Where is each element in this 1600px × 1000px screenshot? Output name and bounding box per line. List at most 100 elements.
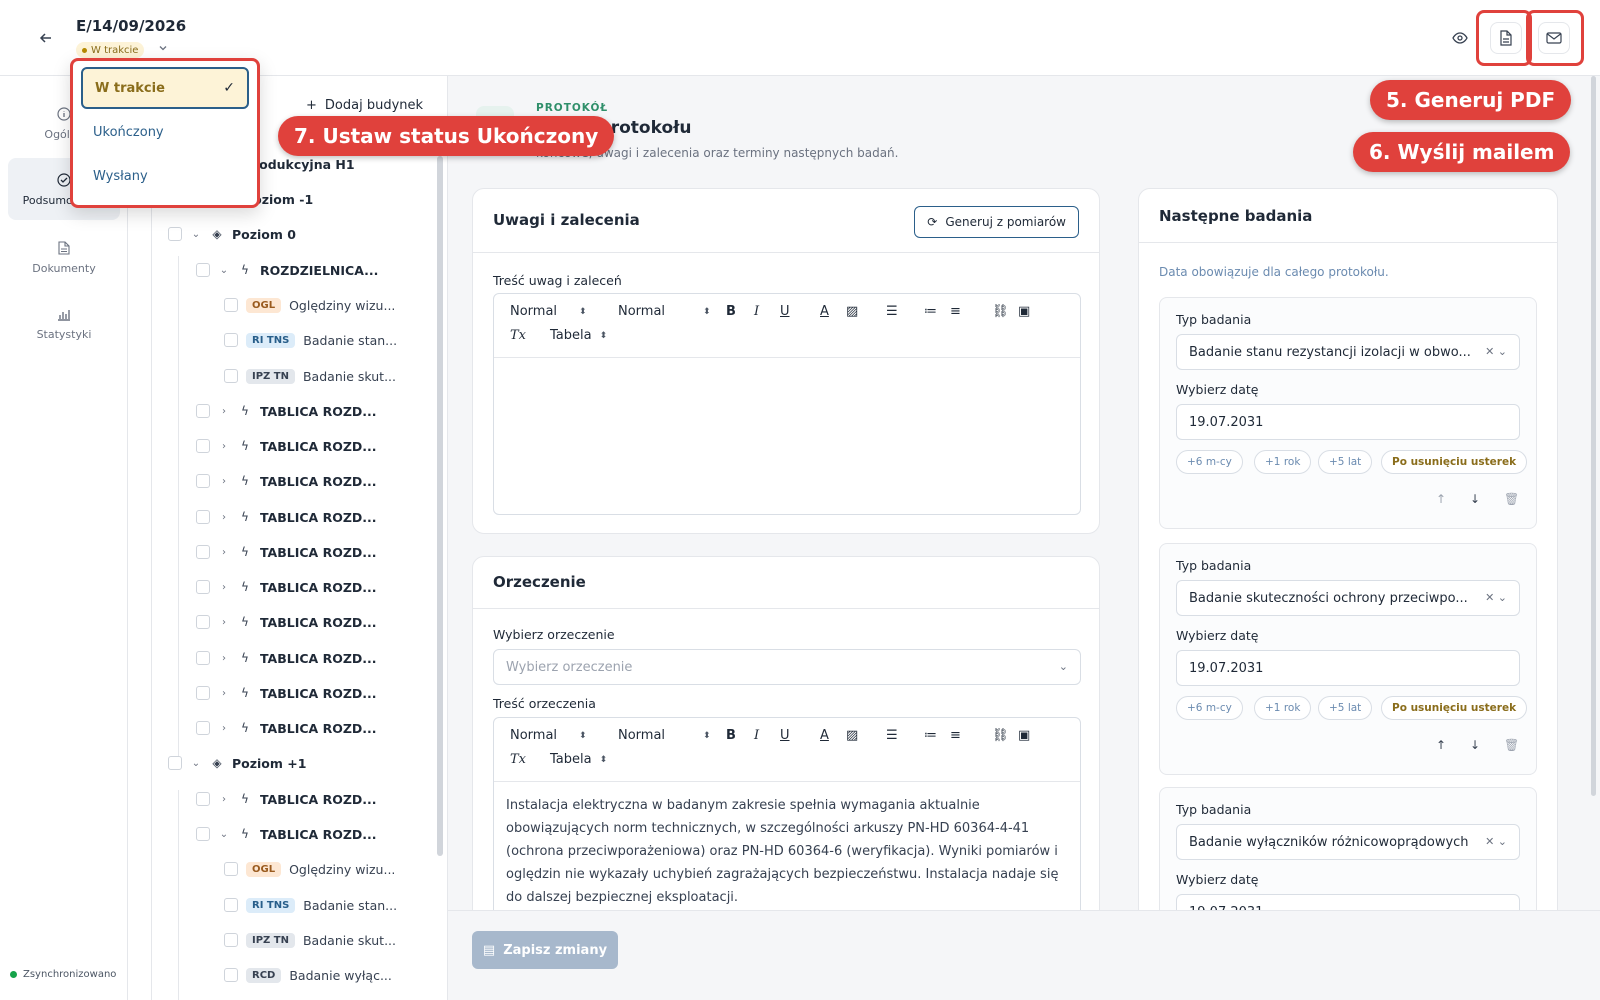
tree-checkbox[interactable] <box>196 439 210 453</box>
tree-checkbox[interactable] <box>196 510 210 524</box>
generate-from-measurements-button[interactable]: ⟳ Generuj z pomiarów <box>914 206 1079 238</box>
test-type-select[interactable]: Badanie wyłączników różnicowoprądowych ✕… <box>1176 824 1520 860</box>
move-up-icon[interactable]: ↑ <box>1436 492 1446 506</box>
align-left-icon[interactable]: ☰ <box>886 304 898 319</box>
chevron-down-icon[interactable] <box>158 43 168 56</box>
link-icon[interactable]: ⛓ <box>992 304 1009 319</box>
chevron-right-icon[interactable]: › <box>218 476 230 487</box>
trash-icon[interactable]: 🗑 <box>1504 492 1519 506</box>
chevron-right-icon[interactable]: › <box>218 406 230 417</box>
clear-and-chevron-icon[interactable]: ✕ ⌄ <box>1485 835 1507 848</box>
tree-checkbox[interactable] <box>224 298 238 312</box>
status-option-in-progress[interactable]: W trakcie ✓ <box>81 67 249 109</box>
tree-row-board[interactable]: ⌄ ϟ TABLICA ROZD... <box>196 822 377 846</box>
tree-row-board[interactable]: › ϟ TABLICA ROZD... <box>196 646 377 670</box>
tree-row-board[interactable]: › ϟ TABLICA ROZD... <box>196 505 377 529</box>
size-select[interactable]: Normal ⬍ <box>618 304 711 319</box>
background-color-icon[interactable]: ▨ <box>846 304 858 319</box>
chevron-right-icon[interactable]: › <box>218 794 230 805</box>
chevron-right-icon[interactable]: › <box>218 723 230 734</box>
italic-button[interactable]: I <box>754 304 759 319</box>
underline-button[interactable]: U <box>780 304 790 319</box>
status-badge[interactable]: W trakcie <box>76 42 145 58</box>
clear-format-icon[interactable]: Tx <box>510 328 526 343</box>
tree-checkbox[interactable] <box>196 615 210 629</box>
chevron-down-icon[interactable]: ⌄ <box>218 829 230 840</box>
chevron-down-icon[interactable]: ⌄ <box>218 265 230 276</box>
chevron-right-icon[interactable]: › <box>218 547 230 558</box>
tree-row-switchboard[interactable]: ⌄ ϟ ROZDZIELNICA... <box>196 258 378 282</box>
move-down-icon[interactable]: ↓ <box>1470 738 1480 752</box>
tree-row-board[interactable]: › ϟ TABLICA ROZD... <box>196 575 377 599</box>
chevron-right-icon[interactable]: › <box>218 617 230 628</box>
italic-button[interactable]: I <box>754 728 759 743</box>
bold-button[interactable]: B <box>726 304 736 319</box>
background-color-icon[interactable]: ▨ <box>846 728 858 743</box>
table-select[interactable]: Tabela ⬍ <box>550 328 607 343</box>
tree-checkbox[interactable] <box>196 686 210 700</box>
underline-button[interactable]: U <box>780 728 790 743</box>
size-select[interactable]: Normal ⬍ <box>618 728 711 743</box>
verdict-text[interactable]: Instalacja elektryczna w badanym zakresi… <box>506 794 1068 909</box>
image-icon[interactable]: ▣ <box>1018 728 1030 743</box>
align-left-icon[interactable]: ☰ <box>886 728 898 743</box>
tree-row-board[interactable]: › ϟ TABLICA ROZD... <box>196 469 377 493</box>
header-select[interactable]: Normal ⬍ <box>510 728 587 743</box>
tree-checkbox[interactable] <box>196 545 210 559</box>
ordered-list-icon[interactable]: ≔ <box>924 304 937 319</box>
tree-checkbox[interactable] <box>196 792 210 806</box>
tree-row-board[interactable]: › ϟ TABLICA ROZD... <box>196 540 377 564</box>
chip-5-years[interactable]: +5 lat <box>1318 696 1373 720</box>
tree-checkbox[interactable] <box>224 933 238 947</box>
trash-icon[interactable]: 🗑 <box>1504 738 1519 752</box>
clear-format-icon[interactable]: Tx <box>510 752 526 767</box>
text-color-icon[interactable]: A <box>820 728 829 743</box>
tree-row-board[interactable]: › ϟ TABLICA ROZD... <box>196 399 377 423</box>
tree-row-test[interactable]: OGL Oględziny wizu... <box>224 293 395 317</box>
tree-checkbox[interactable] <box>224 333 238 347</box>
chip-1-year[interactable]: +1 rok <box>1254 696 1312 720</box>
tree-row-board[interactable]: › ϟ TABLICA ROZD... <box>196 787 377 811</box>
chevron-down-icon[interactable]: ⌄ <box>190 229 202 240</box>
tree-row-test[interactable]: RI TNS Badanie stan... <box>224 328 397 352</box>
ordered-list-icon[interactable]: ≔ <box>924 728 937 743</box>
clear-and-chevron-icon[interactable]: ✕ ⌄ <box>1485 345 1507 358</box>
tree-checkbox[interactable] <box>224 898 238 912</box>
chip-6-months[interactable]: +6 m-cy <box>1176 450 1243 474</box>
bullet-list-icon[interactable]: ≡ <box>950 728 961 743</box>
tree-row-test[interactable]: IPZ TN Badanie skut... <box>224 364 396 388</box>
header-select[interactable]: Normal ⬍ <box>510 304 587 319</box>
table-select[interactable]: Tabela ⬍ <box>550 752 607 767</box>
chip-after-fix[interactable]: Po usunięciu usterek <box>1381 696 1528 720</box>
test-type-select[interactable]: Badanie skuteczności ochrony przeciwpo..… <box>1176 580 1520 616</box>
image-icon[interactable]: ▣ <box>1018 304 1030 319</box>
status-option-completed[interactable]: Ukończony <box>81 111 249 153</box>
tree-row-level[interactable]: ⌄ ◈ Poziom +1 <box>168 751 306 775</box>
tree-row-board[interactable]: › ϟ TABLICA ROZD... <box>196 434 377 458</box>
tree-row-test[interactable]: RCD Badanie wyłąc... <box>224 963 392 987</box>
tree-checkbox[interactable] <box>196 651 210 665</box>
verdict-select[interactable]: Wybierz orzeczenie ⌄ <box>493 649 1081 685</box>
preview-eye-icon[interactable] <box>1444 22 1476 54</box>
chip-1-year[interactable]: +1 rok <box>1254 450 1312 474</box>
date-input[interactable]: 19.07.2031 <box>1176 404 1520 440</box>
remarks-editor[interactable]: Normal ⬍ Normal ⬍ B I U A ▨ ☰ ≔ ≡ ⛓ ▣ Tx T… <box>493 293 1081 515</box>
tree-row-board[interactable]: › ϟ TABLICA ROZD... <box>196 716 377 740</box>
chip-5-years[interactable]: +5 lat <box>1318 450 1373 474</box>
tree-checkbox[interactable] <box>224 369 238 383</box>
chevron-right-icon[interactable]: › <box>218 582 230 593</box>
tree-checkbox[interactable] <box>196 474 210 488</box>
nav-item-statistics[interactable]: Statystyki <box>8 292 120 354</box>
tree-checkbox[interactable] <box>196 721 210 735</box>
nav-item-documents[interactable]: Dokumenty <box>8 226 120 288</box>
chevron-right-icon[interactable]: › <box>218 688 230 699</box>
date-input[interactable]: 19.07.2031 <box>1176 650 1520 686</box>
tree-scrollbar[interactable] <box>437 156 443 856</box>
tree-checkbox[interactable] <box>196 263 210 277</box>
chevron-right-icon[interactable]: › <box>218 512 230 523</box>
tree-checkbox[interactable] <box>196 404 210 418</box>
tree-row-test[interactable]: IPZ TN Badanie skut... <box>224 928 396 952</box>
tree-checkbox[interactable] <box>168 756 182 770</box>
tree-checkbox[interactable] <box>168 227 182 241</box>
clear-and-chevron-icon[interactable]: ✕ ⌄ <box>1485 591 1507 604</box>
